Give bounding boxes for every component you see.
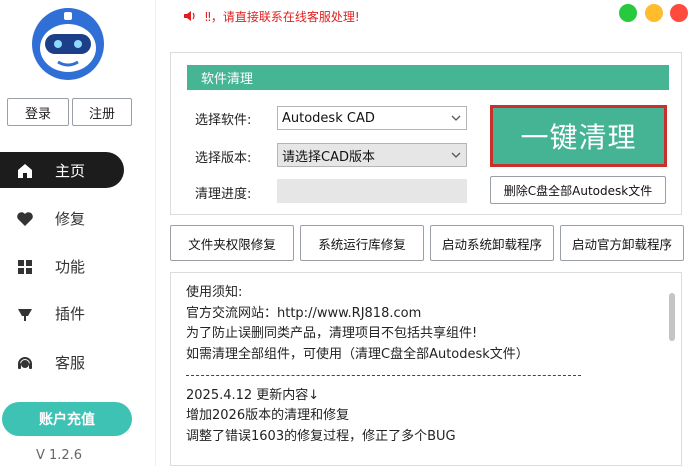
info-line: 2025.4.12 更新内容↓: [186, 387, 320, 403]
recharge-button[interactable]: 账户充值: [2, 402, 132, 436]
info-divider: [186, 365, 646, 386]
nav-label: 功能: [55, 257, 86, 276]
chevron-down-icon: [451, 152, 461, 158]
headset-icon: [18, 357, 32, 369]
info-line: 使用须知:: [186, 285, 243, 300]
info-line: 调整了错误1603的修复过程，修正了多个BUG: [186, 428, 456, 444]
nav-label: 主页: [55, 161, 86, 180]
login-button[interactable]: 登录: [7, 98, 69, 126]
plugin-icon: [18, 309, 32, 321]
version-select-value: 请选择CAD版本: [282, 149, 375, 165]
notice-bar: ‼，请直接联系在线客服处理!: [183, 7, 360, 25]
nav-label: 插件: [55, 304, 86, 323]
window-minimize-button[interactable]: [619, 4, 637, 22]
nav-item-repair[interactable]: 修复: [0, 200, 156, 236]
nav-item-support[interactable]: 客服: [0, 344, 156, 380]
software-select[interactable]: Autodesk CAD: [277, 106, 467, 130]
info-line: 官方交流网站：http://www.RJ818.com: [186, 305, 422, 321]
chevron-down-icon: [451, 115, 461, 121]
nav-label: 修复: [55, 209, 86, 228]
speaker-icon: [184, 11, 195, 21]
heart-icon: [17, 212, 33, 226]
nav-item-plugins[interactable]: 插件: [0, 295, 156, 331]
nav-item-features[interactable]: 功能: [0, 248, 156, 284]
software-cleanup-panel: 软件清理 选择软件: Autodesk CAD 选择版本: 请选择CAD版本 清…: [170, 52, 682, 215]
progress-label: 清理进度:: [195, 187, 252, 202]
nav-label: 客服: [55, 353, 86, 372]
system-uninstaller-button[interactable]: 启动系统卸载程序: [430, 225, 554, 261]
info-text-area[interactable]: 使用须知: 官方交流网站：http://www.RJ818.com 为了防止误删…: [170, 272, 682, 466]
software-label: 选择软件:: [195, 113, 252, 128]
panel-header: 软件清理: [187, 65, 669, 90]
info-line: 增加2026版本的清理和修复: [186, 408, 350, 423]
folder-permission-repair-button[interactable]: 文件夹权限修复: [170, 225, 294, 261]
software-select-value: Autodesk CAD: [282, 110, 375, 126]
info-scrollbar[interactable]: [669, 293, 675, 341]
runtime-library-repair-button[interactable]: 系统运行库修复: [300, 225, 424, 261]
version-select[interactable]: 请选择CAD版本: [277, 143, 467, 167]
grid-icon: [18, 260, 32, 274]
window-maximize-button[interactable]: [645, 4, 663, 22]
register-button[interactable]: 注册: [72, 98, 132, 126]
window-close-button[interactable]: [670, 4, 688, 22]
delete-autodesk-files-button[interactable]: 删除C盘全部Autodesk文件: [490, 176, 666, 204]
sidebar: 登录 注册 主页 修复 功能 插件 客服 账户充值 V 1.2.6: [0, 0, 156, 466]
robot-logo-icon: [32, 8, 104, 80]
version-label: 选择版本:: [195, 151, 252, 166]
cleanup-progress-bar: [277, 179, 467, 203]
info-line: 为了防止误删同类产品，清理项目不包括共享组件!: [186, 326, 478, 341]
one-click-clean-button[interactable]: 一键清理: [490, 105, 667, 167]
info-line: 如需清理全部组件，可使用（清理C盘全部Autodesk文件）: [186, 346, 529, 362]
version-label: V 1.2.6: [35, 448, 83, 463]
nav-item-home[interactable]: 主页: [0, 152, 124, 188]
home-icon: [18, 164, 32, 178]
official-uninstaller-button[interactable]: 启动官方卸载程序: [560, 225, 684, 261]
notice-text: ‼，请直接联系在线客服处理!: [205, 9, 360, 24]
